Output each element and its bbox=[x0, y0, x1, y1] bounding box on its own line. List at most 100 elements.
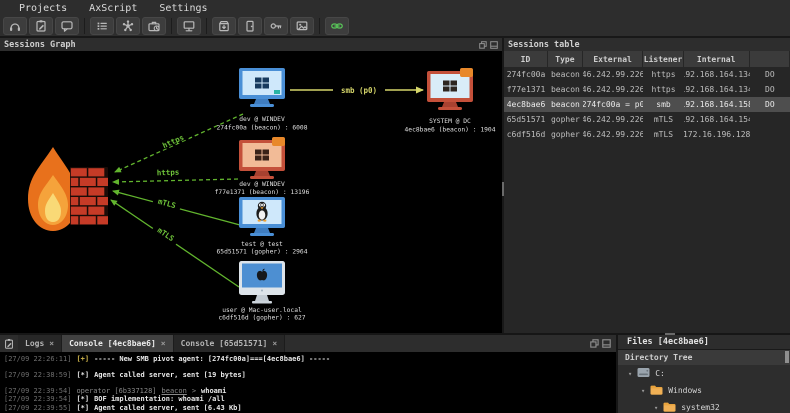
tree-item-c-drive[interactable]: ▾ C: bbox=[618, 365, 790, 382]
table-row[interactable]: c6df516d gopher 46.242.99.226 mTLS 172.1… bbox=[504, 127, 790, 142]
close-tab-icon[interactable]: × bbox=[272, 339, 277, 348]
node-label: SYSTEM @ DC bbox=[429, 118, 471, 125]
node-label: dev @ WINDEV bbox=[239, 181, 285, 188]
console-blank-line bbox=[4, 363, 612, 371]
menu-projects[interactable]: Projects bbox=[8, 3, 78, 14]
dock-splitter[interactable] bbox=[665, 333, 675, 335]
sessions-graph-canvas[interactable]: smb (p0) https https mTLS mTLS bbox=[0, 51, 502, 333]
svg-text:mTLS: mTLS bbox=[157, 197, 177, 210]
key-icon bbox=[269, 19, 283, 33]
col-external[interactable]: External bbox=[583, 51, 643, 67]
graph-node-f77e1371[interactable] bbox=[239, 137, 285, 179]
downloads-button[interactable] bbox=[212, 17, 236, 35]
toolbar-separator bbox=[206, 18, 207, 34]
firewall-icon bbox=[28, 147, 113, 231]
node-label: dev @ WINDEV bbox=[239, 116, 285, 123]
chat-icon bbox=[60, 19, 74, 33]
image-icon bbox=[295, 19, 309, 33]
col-type[interactable]: Type bbox=[548, 51, 583, 67]
sessions-graph-button[interactable] bbox=[116, 17, 140, 35]
svg-text:https: https bbox=[161, 133, 185, 150]
sessions-graph-titlebar: Sessions Graph bbox=[0, 38, 502, 51]
tab-console-65d51571[interactable]: Console [65d51571] × bbox=[174, 335, 286, 352]
table-row[interactable]: 65d51571 gopher 46.242.99.226 mTLS 192.1… bbox=[504, 112, 790, 127]
svg-text:smb (p0): smb (p0) bbox=[341, 86, 377, 95]
node-sublabel: 65d51571 (gopher) : 2964 bbox=[217, 249, 308, 256]
elevated-badge bbox=[272, 137, 285, 146]
node-sublabel: 4ec8bae6 (beacon) : 1904 bbox=[405, 127, 496, 134]
table-row[interactable]: f77e1371 beacon 46.242.99.226 https 192.… bbox=[504, 82, 790, 97]
table-row-selected[interactable]: 4ec8bae6 beacon 274fc00a = p0 smb 192.16… bbox=[504, 97, 790, 112]
close-tab-icon[interactable]: × bbox=[49, 339, 54, 348]
console-tabbar: Logs × Console [4ec8bae6] × Console [65d… bbox=[0, 335, 616, 352]
col-listener[interactable]: Listener bbox=[643, 51, 683, 67]
sessions-table-panel: Sessions table ID Type External Listener… bbox=[504, 38, 790, 333]
console-line: [27/09 22:39:54]operator [6b337128]beaco… bbox=[4, 387, 612, 395]
tab-logs[interactable]: Logs × bbox=[18, 335, 62, 352]
float-dock-button[interactable] bbox=[590, 339, 599, 348]
tunnel-icon bbox=[243, 19, 257, 33]
expand-arrow-icon[interactable]: ▾ bbox=[628, 370, 632, 378]
chat-button[interactable] bbox=[55, 17, 79, 35]
edge-label-mtls-1: mTLS bbox=[152, 195, 182, 212]
tree-item-system32[interactable]: ▾ system32 bbox=[618, 399, 790, 413]
sessions-graph-title: Sessions Graph bbox=[4, 40, 76, 50]
tree-scrollbar[interactable] bbox=[785, 351, 789, 363]
console-line: [27/09 22:39:54][*]BOF implementation: w… bbox=[4, 395, 612, 403]
drive-icon bbox=[637, 367, 650, 380]
console-line: [27/09 22:26:11][+]----- New SMB pivot a… bbox=[4, 355, 612, 363]
node-sublabel: 274fc00a (beacon) : 6008 bbox=[217, 125, 308, 132]
sessions-graph-panel: Sessions Graph bbox=[0, 38, 504, 333]
tab-console-4ec8bae6[interactable]: Console [4ec8bae6] × bbox=[62, 335, 174, 352]
toolbar-separator bbox=[84, 18, 85, 34]
tree-item-windows[interactable]: ▾ Windows bbox=[618, 382, 790, 399]
main-area: Sessions Graph bbox=[0, 38, 790, 333]
menu-settings[interactable]: Settings bbox=[148, 3, 218, 14]
toolbar-separator bbox=[319, 18, 320, 34]
float-panel-button[interactable] bbox=[479, 41, 487, 49]
list-icon bbox=[95, 19, 109, 33]
col-id[interactable]: ID bbox=[504, 51, 548, 67]
graph-node-274fc00a[interactable] bbox=[239, 68, 285, 107]
graph-node-65d51571[interactable] bbox=[239, 197, 285, 236]
logs-button[interactable] bbox=[29, 17, 53, 35]
jobs-button[interactable] bbox=[142, 17, 166, 35]
briefcase-clock-icon bbox=[147, 19, 161, 33]
folder-icon bbox=[663, 402, 676, 413]
console-dock: Logs × Console [4ec8bae6] × Console [65d… bbox=[0, 335, 618, 413]
edge-label-mtls-2: mTLS bbox=[152, 222, 181, 246]
sessions-table-button[interactable] bbox=[90, 17, 114, 35]
menu-bar: Projects AxScript Settings bbox=[0, 0, 790, 16]
table-row[interactable]: 274fc00a beacon 46.242.99.226 https 192.… bbox=[504, 67, 790, 82]
close-tab-icon[interactable]: × bbox=[161, 339, 166, 348]
agent-link[interactable]: beacon bbox=[162, 387, 187, 395]
col-internal[interactable]: Internal bbox=[684, 51, 750, 67]
node-sublabel: f77e1371 (beacon) : 13196 bbox=[215, 189, 310, 196]
listeners-button[interactable] bbox=[3, 17, 27, 35]
directory-tree-header[interactable]: Directory Tree bbox=[618, 350, 790, 365]
connection-status-button[interactable] bbox=[325, 17, 349, 35]
headphones-icon bbox=[8, 19, 22, 33]
graph-node-c6df516d[interactable] bbox=[239, 261, 285, 304]
credentials-button[interactable] bbox=[264, 17, 288, 35]
bottom-docks: Logs × Console [4ec8bae6] × Console [65d… bbox=[0, 333, 790, 413]
col-domain[interactable] bbox=[750, 51, 790, 67]
toolbar bbox=[0, 16, 790, 38]
console-output[interactable]: [27/09 22:26:11][+]----- New SMB pivot a… bbox=[0, 352, 616, 413]
tunnels-button[interactable] bbox=[238, 17, 262, 35]
node-label: user @ Mac-user.local bbox=[222, 307, 302, 314]
screenshots-button[interactable] bbox=[290, 17, 314, 35]
monitor-icon bbox=[182, 19, 196, 33]
console-line: [27/09 22:39:55][*]Agent called server, … bbox=[4, 404, 612, 412]
expand-arrow-icon[interactable]: ▾ bbox=[641, 387, 645, 395]
dock-restore-button[interactable] bbox=[602, 339, 611, 348]
clipboard-edit-icon bbox=[34, 19, 48, 33]
dock-panel-button[interactable] bbox=[490, 41, 498, 49]
console-blank-line bbox=[4, 379, 612, 387]
edge-label-smb: smb (p0) bbox=[333, 84, 385, 95]
expand-arrow-icon[interactable]: ▾ bbox=[654, 404, 658, 412]
menu-axscript[interactable]: AxScript bbox=[78, 3, 148, 14]
remote-terminal-button[interactable] bbox=[177, 17, 201, 35]
link-icon bbox=[330, 19, 344, 33]
graph-node-4ec8bae6[interactable] bbox=[427, 68, 473, 110]
